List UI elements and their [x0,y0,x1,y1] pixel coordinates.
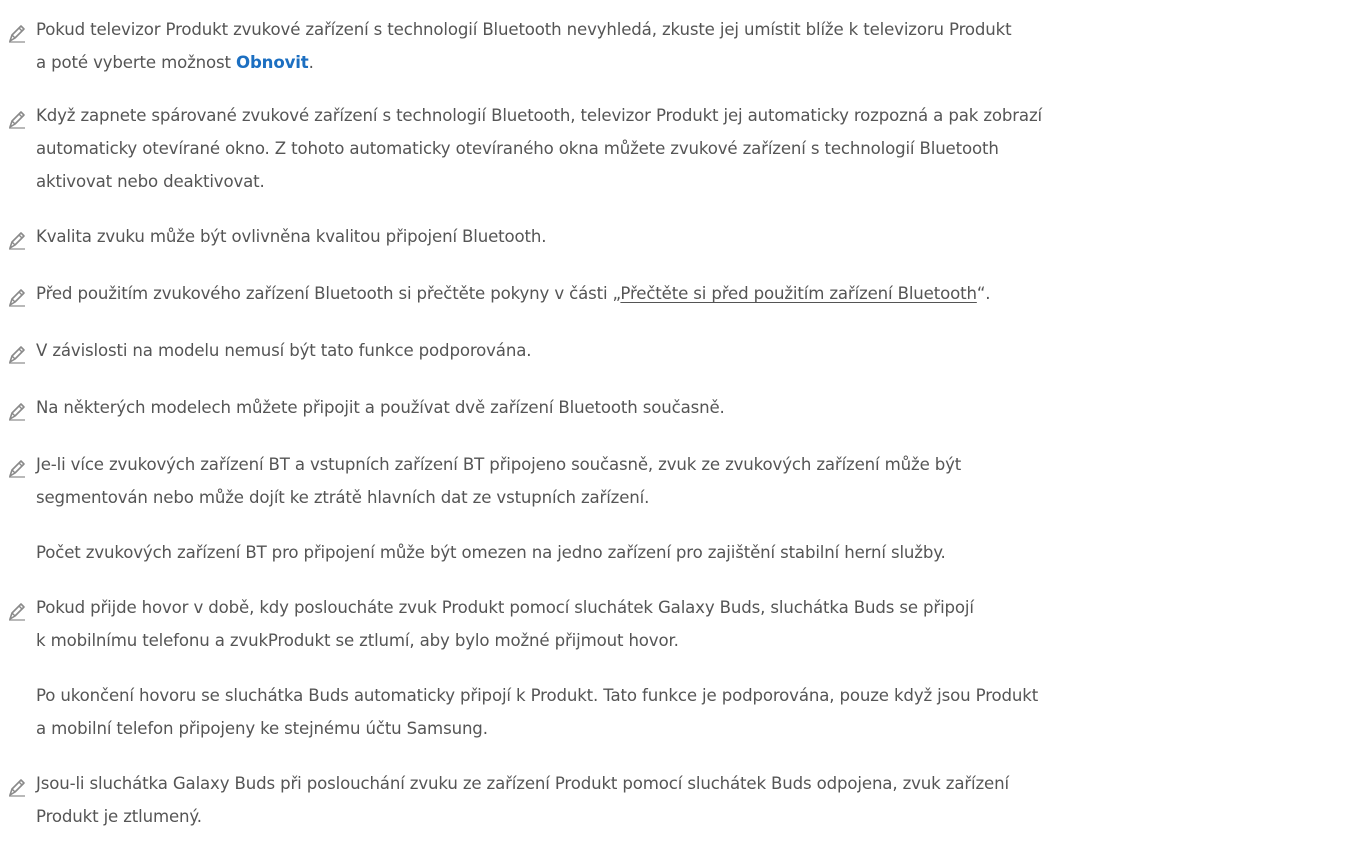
note-text-line: segmentován nebo může dojít ke ztrátě hl… [36,488,650,507]
note-text: “. [976,284,991,303]
note-text-line: Produkt je ztlumený. [36,807,202,826]
note-subparagraph: Počet zvukových zařízení BT pro připojen… [36,543,946,562]
pencil-icon [6,229,28,251]
note-text-line: Kvalita zvuku může být ovlivněna kvalito… [36,227,547,246]
note-text-line: V závislosti na modelu nemusí být tato f… [36,341,532,360]
note-text-line: Když zapnete spárované zvukové zařízení … [36,106,1042,125]
note-text-line: a poté vyberte možnost Obnovit. [36,53,314,73]
note-text-line: k mobilnímu telefonu a zvukProdukt se zt… [36,631,679,650]
pencil-icon [6,400,28,422]
note-text-line: aktivovat nebo deaktivovat. [36,172,265,191]
note-text-line: Pokud přijde hovor v době, kdy poslouchá… [36,598,974,617]
pencil-icon [6,108,28,130]
refresh-link[interactable]: Obnovit [236,53,309,72]
note-text-line: Jsou-li sluchátka Galaxy Buds při poslou… [36,774,1009,793]
note-subparagraph: Po ukončení hovoru se sluchátka Buds aut… [36,686,1039,705]
note-text-line: automaticky otevírané okno. Z tohoto aut… [36,139,999,158]
note-text-line: Na některých modelech můžete připojit a … [36,398,725,417]
pencil-icon [6,776,28,798]
pencil-icon [6,22,28,44]
note-text: Před použitím zvukového zařízení Bluetoo… [36,284,621,303]
pencil-icon [6,286,28,308]
note-text-line: Je-li více zvukových zařízení BT a vstup… [36,455,962,474]
pencil-icon [6,343,28,365]
note-text: a poté vyberte možnost [36,53,231,72]
note-subparagraph: a mobilní telefon připojeny ke stejnému … [36,719,488,738]
pencil-icon [6,600,28,622]
note-text: . [308,53,314,72]
note-text-line: Před použitím zvukového zařízení Bluetoo… [36,284,991,304]
bluetooth-guide-link[interactable]: Přečtěte si před použitím zařízení Bluet… [620,284,977,303]
pencil-icon [6,457,28,479]
note-text-line: Pokud televizor Produkt zvukové zařízení… [36,20,1012,39]
